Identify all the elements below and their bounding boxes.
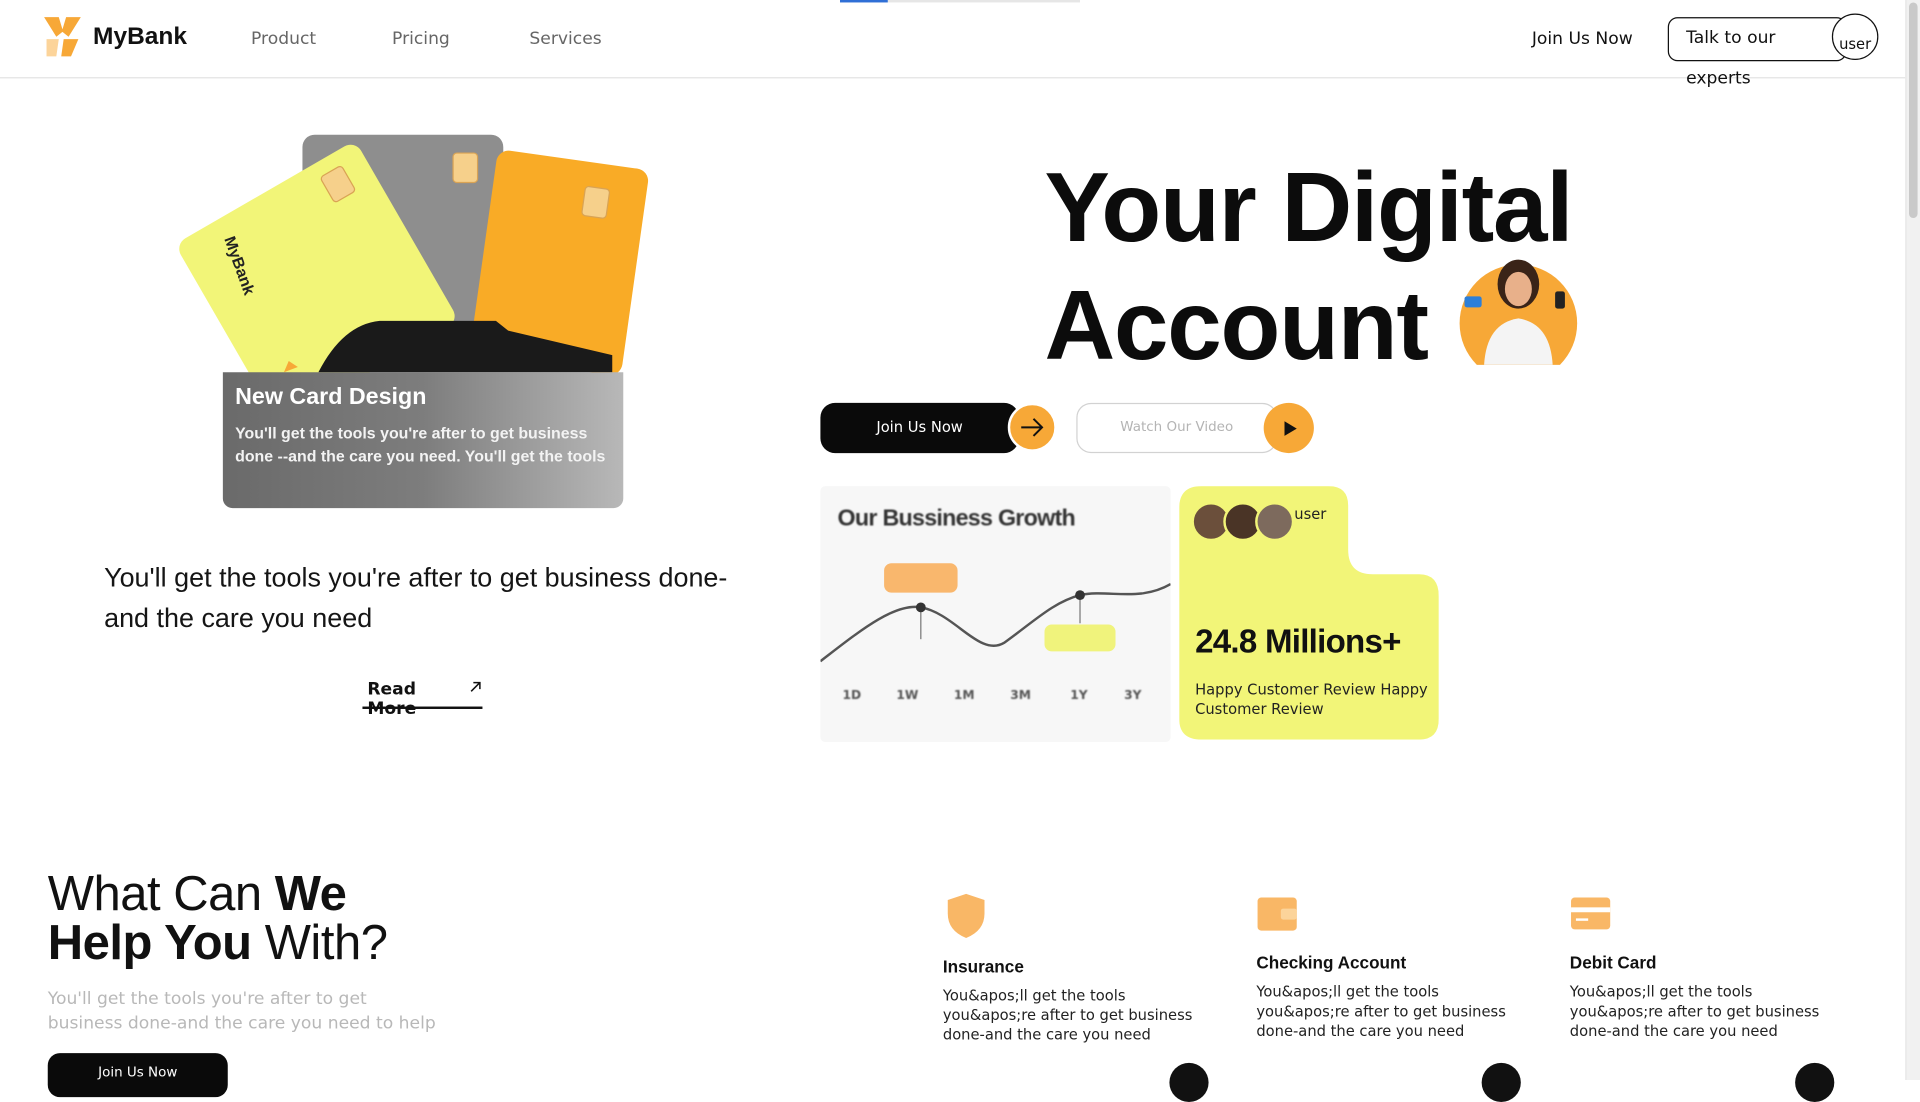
user-avatar[interactable]: user — [1831, 13, 1879, 61]
shield-icon — [947, 893, 985, 938]
growth-tick: 1Y — [1070, 689, 1088, 703]
help-section-title: What Can We Help You With? — [48, 869, 388, 967]
card-caption-panel: New Card Design You'll get the tools you… — [222, 372, 624, 509]
growth-line — [820, 583, 1171, 663]
hero-subtitle: You'll get the tools you're after to get… — [104, 562, 728, 634]
service-arrow-button[interactable] — [1481, 1062, 1521, 1102]
service-debit-card[interactable]: Debit Card You&apos;ll get the tools you… — [1569, 896, 1844, 1102]
arrow-up-right-icon — [471, 681, 482, 692]
page-indicator-active — [840, 0, 888, 3]
phone-icon — [1555, 291, 1565, 309]
join-us-link[interactable]: Join Us Now — [1532, 29, 1633, 49]
page: MyBank Product Pricing Services Join Us … — [0, 0, 1920, 1102]
read-more-label: Read More — [367, 679, 417, 719]
growth-tick: 1W — [896, 689, 919, 703]
card-caption-title: New Card Design — [235, 384, 427, 411]
customer-stats-card: user 24.8 Millions+ Happy Customer Revie… — [1179, 486, 1439, 740]
growth-point-2 — [1075, 590, 1085, 601]
growth-line-chart — [820, 563, 1171, 663]
join-us-button[interactable]: Join Us Now — [820, 402, 1019, 454]
card-stack-illustration: MyBank — [171, 122, 685, 421]
talk-to-experts-button[interactable]: Talk to our experts — [1667, 17, 1847, 88]
customer-avatars — [1191, 502, 1295, 542]
growth-tick: 3M — [1010, 689, 1031, 703]
customer-avatar-broken-image: user — [1294, 505, 1327, 523]
top-navbar: MyBank Product Pricing Services Join Us … — [0, 0, 1906, 88]
growth-tick: 3Y — [1124, 689, 1142, 703]
help-join-button[interactable]: Join Us Now — [47, 1053, 228, 1098]
service-description: You&apos;ll get the tools you&apos;re af… — [942, 986, 1193, 1044]
watch-video-button[interactable]: Watch Our Video — [1076, 402, 1278, 454]
service-arrow-button[interactable] — [1169, 1062, 1209, 1102]
service-title: Insurance — [942, 956, 1024, 976]
brand-name: MyBank — [93, 22, 187, 50]
help-title-part-2: We — [274, 866, 347, 921]
play-video-button[interactable] — [1263, 402, 1314, 454]
help-section-subtitle: You'll get the tools you're after to get… — [47, 989, 436, 1034]
service-arrow-button[interactable] — [1795, 1062, 1835, 1102]
service-title: Checking Account — [1256, 952, 1407, 973]
service-description: You&apos;ll get the tools you&apos;re af… — [1569, 983, 1820, 1040]
help-title-part-4: With? — [251, 915, 388, 970]
brand-logo-icon — [44, 17, 81, 57]
growth-point-1 — [915, 602, 926, 613]
wallet-icon — [1257, 897, 1297, 931]
headline-line-1: Your Digital — [1044, 153, 1573, 263]
play-icon — [1283, 420, 1297, 436]
gray-card-chip-icon — [452, 152, 479, 184]
customer-count: 24.8 Millions+ — [1195, 623, 1401, 661]
orange-card-chip-icon — [581, 185, 611, 219]
growth-tick: 1M — [953, 689, 975, 703]
headline-line-2: Account — [1044, 270, 1428, 380]
business-growth-card: Our Bussiness Growth 1D 1W 1M 3M 1Y 3Y — [820, 486, 1171, 743]
nav-services[interactable]: Services — [529, 29, 601, 49]
customer-avatar-3 — [1255, 502, 1295, 542]
customer-woman-image — [1459, 259, 1578, 365]
read-more-link[interactable]: Read More — [362, 680, 483, 719]
customer-count-label: Happy Customer Review Happy Customer Rev… — [1195, 680, 1428, 718]
help-title-part-3: Help You — [47, 915, 252, 970]
credit-card-icon — [1464, 296, 1482, 308]
arrow-right-icon — [1021, 418, 1044, 437]
page-indicator — [840, 0, 1081, 3]
nav-pricing[interactable]: Pricing — [392, 29, 450, 49]
cards-svg: MyBank — [179, 134, 649, 421]
service-description: You&apos;ll get the tools you&apos;re af… — [1256, 983, 1506, 1040]
join-arrow-button[interactable] — [1007, 402, 1057, 452]
help-title-part-1: What Can — [47, 866, 275, 921]
service-checking-account[interactable]: Checking Account You&apos;ll get the too… — [1256, 894, 1530, 1102]
main-nav: Product Pricing Services — [251, 29, 602, 49]
card-icon — [1571, 897, 1611, 930]
growth-tooltip-1 — [884, 563, 958, 593]
card-caption-text: You'll get the tools you're after to get… — [235, 423, 606, 466]
growth-tick: 1D — [842, 689, 862, 703]
brand-logo[interactable]: MyBank — [42, 15, 187, 59]
page-scrollbar[interactable] — [1905, 0, 1920, 1081]
nav-product[interactable]: Product — [251, 29, 316, 49]
scrollbar-thumb[interactable] — [1908, 2, 1918, 218]
service-insurance[interactable]: Insurance You&apos;ll get the tools you&… — [942, 891, 1217, 1102]
service-title: Debit Card — [1569, 952, 1657, 973]
growth-tooltip-2 — [1044, 624, 1116, 652]
